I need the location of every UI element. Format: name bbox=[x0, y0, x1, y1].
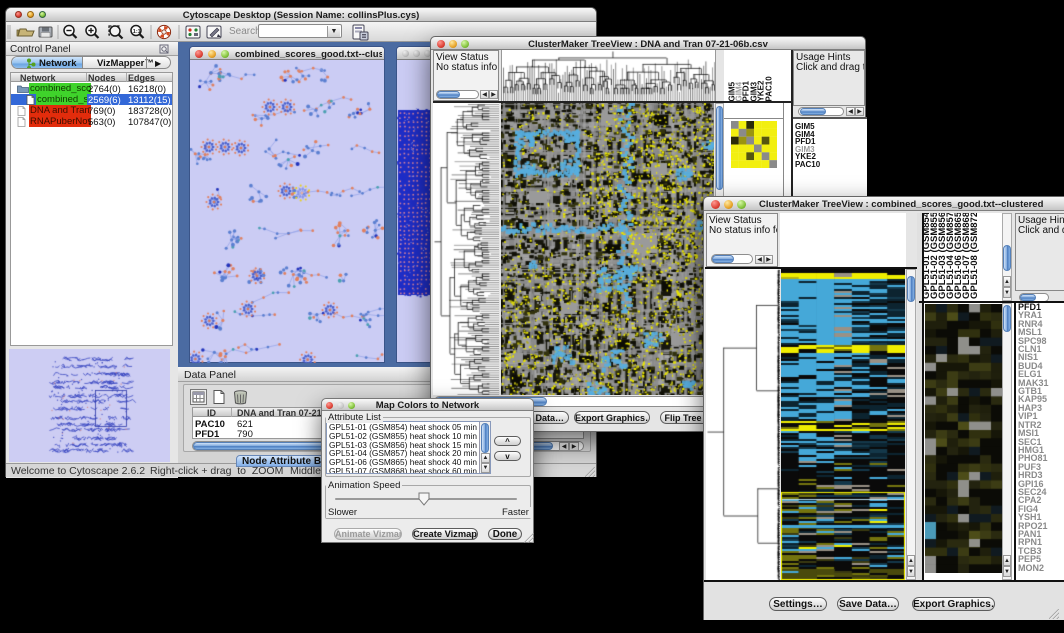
svg-text:1:1: 1:1 bbox=[133, 29, 141, 35]
